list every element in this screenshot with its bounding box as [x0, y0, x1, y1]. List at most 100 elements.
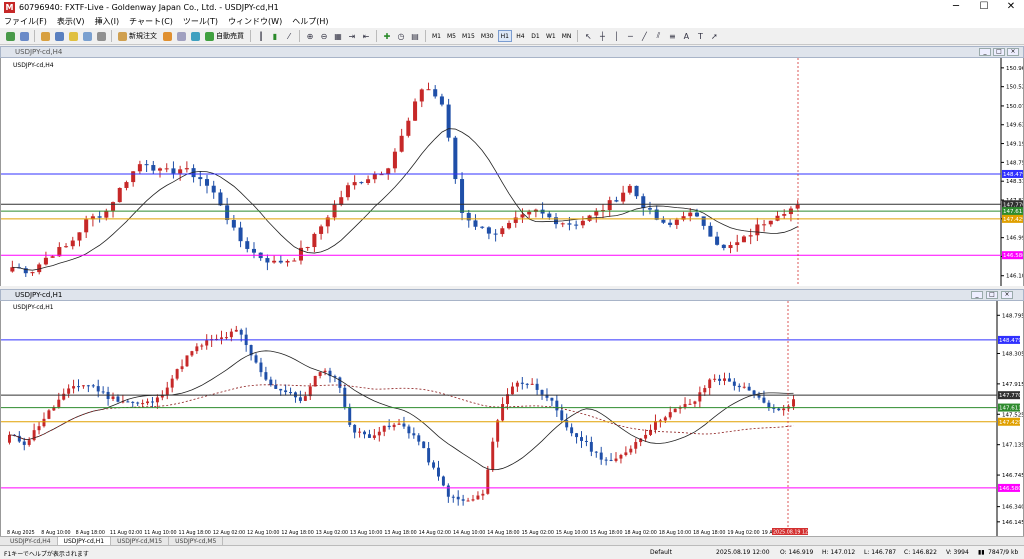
text-icon[interactable]: A: [680, 30, 692, 43]
menu-tools[interactable]: ツール(T): [183, 16, 218, 27]
menu-help[interactable]: ヘルプ(H): [292, 16, 328, 27]
channel-icon[interactable]: ⫽: [652, 30, 664, 43]
candle-body: [50, 256, 55, 258]
status-profile: Default: [650, 549, 672, 556]
h4-chart-titlebar[interactable]: USDJPY-cd,H4 _ □ ×: [0, 46, 1024, 58]
timeframe-m30[interactable]: M30: [479, 30, 496, 42]
fibonacci-icon[interactable]: ≡: [666, 30, 678, 43]
candle-body: [663, 417, 667, 421]
minimize-button[interactable]: ─: [946, 1, 966, 12]
price-label: 146.145: [1002, 520, 1023, 526]
bar-chart-icon[interactable]: ┃: [255, 30, 267, 43]
periods-icon[interactable]: ◷: [395, 30, 407, 43]
vertical-line-icon[interactable]: │: [610, 30, 622, 43]
data-window-icon[interactable]: [53, 30, 65, 43]
timeframe-m5[interactable]: M5: [445, 30, 458, 42]
timeframe-h4[interactable]: H4: [514, 30, 527, 42]
market-icon[interactable]: [189, 30, 201, 43]
candle-body: [567, 223, 572, 225]
timeframe-h1[interactable]: H1: [497, 30, 512, 42]
zoom-out-icon[interactable]: ⊖: [318, 30, 330, 43]
timeframe-m15[interactable]: M15: [460, 30, 477, 42]
horizontal-line-icon[interactable]: ─: [624, 30, 636, 43]
chart-shift-icon[interactable]: ⇤: [360, 30, 372, 43]
strategy-tester-icon[interactable]: [95, 30, 107, 43]
h1-chart-canvas[interactable]: 148.795 148.305 147.915 147.525 147.135 146.7…: [1, 301, 1024, 536]
signals-icon[interactable]: [175, 30, 187, 43]
h4-chart[interactable]: 150.960 150.520 150.070 149.630 149.190 148.7…: [0, 58, 1024, 286]
candle-body: [137, 164, 142, 172]
candle-body: [742, 386, 746, 388]
candle-body: [303, 396, 307, 401]
templates-icon[interactable]: ▤: [409, 30, 421, 43]
candle-body: [584, 440, 588, 442]
candle-body: [446, 485, 450, 497]
candle-body: [171, 168, 176, 174]
h1-minimize-button[interactable]: _: [971, 291, 983, 299]
navigator-icon[interactable]: [67, 30, 79, 43]
candle-body: [619, 454, 623, 459]
candle-body: [703, 388, 707, 393]
timeframe-m1[interactable]: M1: [430, 30, 443, 42]
terminal-icon[interactable]: [81, 30, 93, 43]
metaeditor-icon[interactable]: [161, 30, 173, 43]
status-help: F1キーでヘルプが表示されます: [4, 551, 89, 558]
auto-trading-button[interactable]: 自動売買: [203, 30, 246, 43]
label-icon[interactable]: T: [694, 30, 706, 43]
candle-body: [185, 355, 189, 367]
candle-body: [614, 200, 619, 202]
candle-body: [30, 272, 35, 274]
candle-body: [312, 233, 317, 248]
indicators-icon[interactable]: ✚: [381, 30, 393, 43]
status-traffic: 7847/9 kb: [988, 549, 1019, 556]
menu-window[interactable]: ウィンドウ(W): [228, 16, 282, 27]
menu-chart[interactable]: チャート(C): [129, 16, 173, 27]
h1-chart-titlebar[interactable]: USDJPY-cd,H1 _ □ ×: [0, 289, 1024, 301]
candle-body: [116, 396, 120, 402]
candle-body: [629, 448, 633, 453]
candle-body: [627, 185, 632, 193]
candle-body: [338, 377, 342, 388]
h4-chart-canvas[interactable]: 150.960 150.520 150.070 149.630 149.190 148.7…: [1, 58, 1024, 286]
tile-windows-icon[interactable]: ▦: [332, 30, 344, 43]
menu-file[interactable]: ファイル(F): [4, 16, 47, 27]
timeframe-w1[interactable]: W1: [544, 30, 558, 42]
close-button[interactable]: ✕: [1001, 1, 1021, 12]
candle-body: [254, 355, 258, 363]
candle-body: [224, 337, 228, 339]
zoom-in-icon[interactable]: ⊕: [304, 30, 316, 43]
menu-view[interactable]: 表示(V): [57, 16, 85, 27]
candle-body: [721, 244, 726, 249]
candle-body: [366, 179, 371, 184]
market-watch-icon[interactable]: [39, 30, 51, 43]
h1-maximize-button[interactable]: □: [986, 291, 998, 299]
autoscroll-icon[interactable]: ⇥: [346, 30, 358, 43]
horizontal-line-price-label: 147.429: [999, 420, 1022, 426]
h1-chart[interactable]: 148.795 148.305 147.915 147.525 147.135 146.7…: [0, 301, 1024, 536]
timeframe-mn[interactable]: MN: [560, 30, 574, 42]
new-order-button[interactable]: 新規注文: [116, 30, 159, 43]
maximize-button[interactable]: ☐: [974, 1, 994, 12]
candle-body: [510, 386, 514, 395]
profiles-icon[interactable]: [18, 30, 30, 43]
candle-body: [661, 219, 666, 223]
crosshair-icon[interactable]: ┼: [596, 30, 608, 43]
timeframe-d1[interactable]: D1: [529, 30, 542, 42]
h4-minimize-button[interactable]: _: [979, 48, 991, 56]
candle-chart-icon[interactable]: ▮: [269, 30, 281, 43]
app-icon: M: [4, 2, 15, 13]
h4-maximize-button[interactable]: □: [993, 48, 1005, 56]
candle-body: [715, 236, 720, 245]
candle-body: [308, 386, 312, 397]
arrows-icon[interactable]: ➚: [708, 30, 720, 43]
cursor-icon[interactable]: ↖: [582, 30, 594, 43]
candle-body: [220, 337, 223, 339]
h4-close-button[interactable]: ×: [1007, 48, 1019, 56]
menu-insert[interactable]: 挿入(I): [95, 16, 120, 27]
h1-close-button[interactable]: ×: [1001, 291, 1013, 299]
new-chart-icon[interactable]: [4, 30, 16, 43]
candle-body: [97, 216, 102, 218]
line-chart-icon[interactable]: ⁄: [283, 30, 295, 43]
trendline-icon[interactable]: ╱: [638, 30, 650, 43]
horizontal-line-price-label: 148.479: [999, 338, 1022, 344]
